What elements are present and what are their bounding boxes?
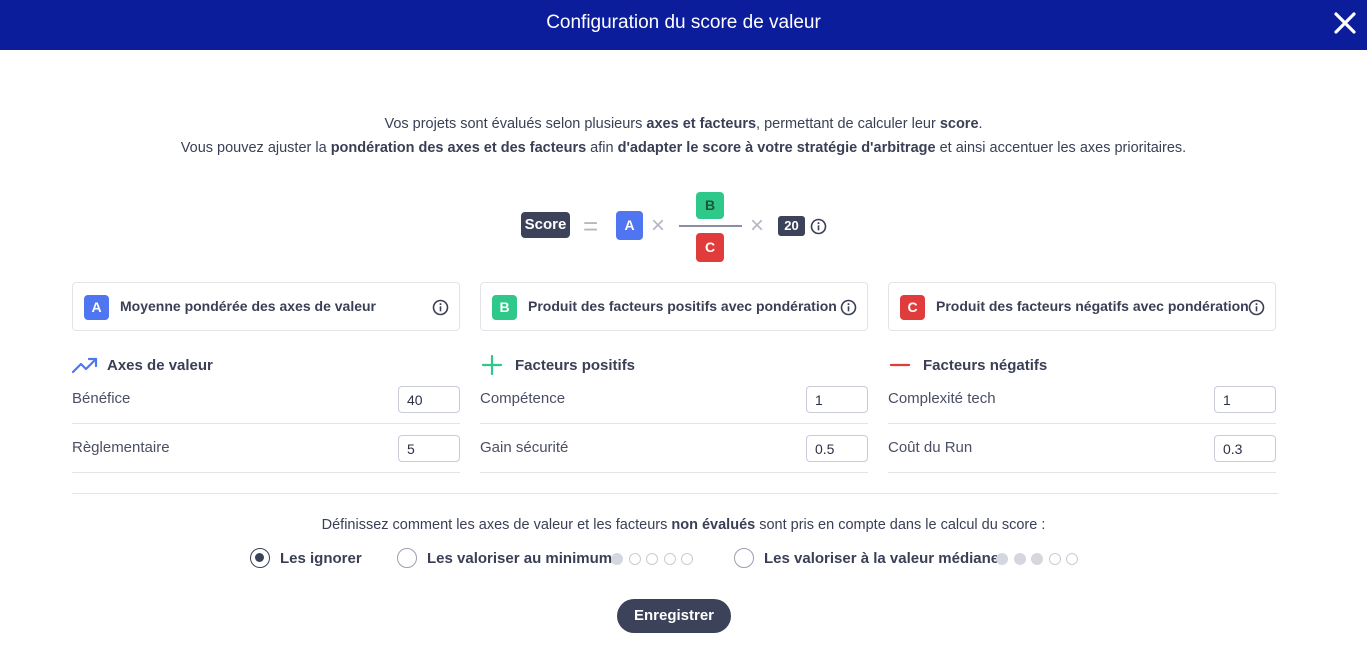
column-header: Facteurs négatifs (888, 352, 1276, 376)
formula-times-2: × (750, 212, 765, 239)
table-row: Coût du Run (888, 424, 1276, 473)
weight-input[interactable] (398, 435, 460, 462)
weight-input[interactable] (806, 435, 868, 462)
modal-header: Configuration du score de valeur (0, 0, 1367, 50)
divider (72, 493, 1278, 494)
row-label: Complexité tech (888, 390, 996, 407)
table-row: Compétence (480, 375, 868, 424)
table-row: Gain sécurité (480, 424, 868, 473)
level-indicator (996, 553, 1084, 565)
formula-equals: = (583, 211, 599, 241)
column-title: Facteurs positifs (515, 357, 636, 374)
radio-button[interactable] (397, 548, 417, 568)
column-title: Facteurs négatifs (923, 357, 1048, 374)
radio-button[interactable] (250, 548, 270, 568)
intro-segment: pondération des axes et des facteurs (330, 140, 587, 156)
card-b-badge: B (492, 295, 517, 320)
close-icon[interactable] (1331, 9, 1359, 37)
row-label: Bénéfice (72, 390, 131, 407)
level-dot (663, 553, 676, 565)
save-button[interactable]: Enregistrer (617, 599, 731, 633)
row-label: Règlementaire (72, 439, 170, 456)
radio-option-ignore[interactable]: Les ignorer (250, 546, 370, 570)
level-dot (628, 553, 641, 565)
level-dot (611, 553, 623, 565)
minus-icon (889, 363, 911, 367)
radio-label: Les ignorer (280, 550, 362, 567)
formula-times-1: × (651, 212, 666, 239)
formula-multiplier-chip: 20 (778, 216, 805, 236)
question-text-after: sont pris en compte dans le calcul du sc… (755, 517, 1046, 533)
radio-button[interactable] (734, 548, 754, 568)
level-dot (1066, 553, 1078, 565)
radio-label: Les valoriser au minimum (427, 550, 613, 567)
formula-a-chip: A (616, 211, 643, 240)
card-a: A Moyenne pondérée des axes de valeur (72, 282, 460, 331)
formula-b-chip: B (696, 192, 724, 219)
card-c: C Produit des facteurs négatifs avec pon… (888, 282, 1276, 331)
formula-c-chip: C (696, 233, 724, 262)
radio-label: Les valoriser à la valeur médiane (764, 550, 1000, 567)
column-header: Axes de valeur (72, 352, 460, 376)
table-row: Complexité tech (888, 375, 1276, 424)
modal-title: Configuration du score de valeur (546, 12, 821, 33)
plus-icon (481, 354, 503, 376)
weight-input[interactable] (1214, 386, 1276, 413)
info-icon[interactable] (1248, 299, 1265, 316)
intro-segment: axes et facteurs (646, 116, 757, 132)
radio-option-median[interactable]: Les valoriser à la valeur médiane (734, 546, 1084, 570)
trending-up-icon (72, 357, 98, 374)
intro-segment: Vous pouvez ajuster la (180, 140, 331, 156)
level-dot (681, 553, 693, 565)
row-label: Coût du Run (888, 439, 973, 456)
card-c-text: Produit des facteurs négatifs avec pondé… (936, 298, 1249, 314)
card-a-text: Moyenne pondérée des axes de valeur (120, 298, 376, 314)
column-header: Facteurs positifs (480, 352, 868, 376)
level-dot (646, 553, 658, 565)
intro-segment: afin (586, 140, 618, 156)
card-b: B Produit des facteurs positifs avec pon… (480, 282, 868, 331)
formula-fraction-line (679, 225, 742, 227)
intro-segment: et ainsi accentuer les axes prioritaires… (935, 140, 1187, 156)
intro-line-1: Vos projets sont évalués selon plusieurs… (0, 116, 1367, 132)
intro-line-2: Vous pouvez ajuster la pondération des a… (0, 140, 1367, 156)
info-icon[interactable] (432, 299, 449, 316)
intro-segment: , permettant de calculer leur (756, 116, 940, 132)
row-label: Compétence (480, 390, 566, 407)
table-row: Règlementaire (72, 424, 460, 473)
column-title: Axes de valeur (107, 357, 213, 374)
intro-segment: . (978, 116, 983, 132)
weight-input[interactable] (398, 386, 460, 413)
intro-segment: score (939, 116, 979, 132)
level-dot (996, 553, 1008, 565)
question-text-before: Définissez comment les axes de valeur et… (321, 517, 672, 533)
radio-option-minimum[interactable]: Les valoriser au minimum (397, 546, 697, 570)
row-label: Gain sécurité (480, 439, 569, 456)
level-dot (1031, 553, 1043, 565)
weight-input[interactable] (806, 386, 868, 413)
formula-score-chip: Score (521, 212, 570, 238)
weight-input[interactable] (1214, 435, 1276, 462)
level-dot (1013, 553, 1026, 565)
card-b-text: Produit des facteurs positifs avec pondé… (528, 298, 837, 314)
card-a-badge: A (84, 295, 109, 320)
info-icon[interactable] (810, 218, 827, 235)
question-text-bold: non évalués (671, 517, 756, 533)
card-c-badge: C (900, 295, 925, 320)
intro-segment: Vos projets sont évalués selon plusieurs (384, 116, 647, 132)
unevaluated-question: Définissez comment les axes de valeur et… (0, 517, 1367, 533)
info-icon[interactable] (840, 299, 857, 316)
intro-segment: d'adapter le score à votre stratégie d'a… (617, 140, 936, 156)
level-indicator (611, 553, 699, 565)
table-row: Bénéfice (72, 375, 460, 424)
level-dot (1048, 553, 1061, 565)
